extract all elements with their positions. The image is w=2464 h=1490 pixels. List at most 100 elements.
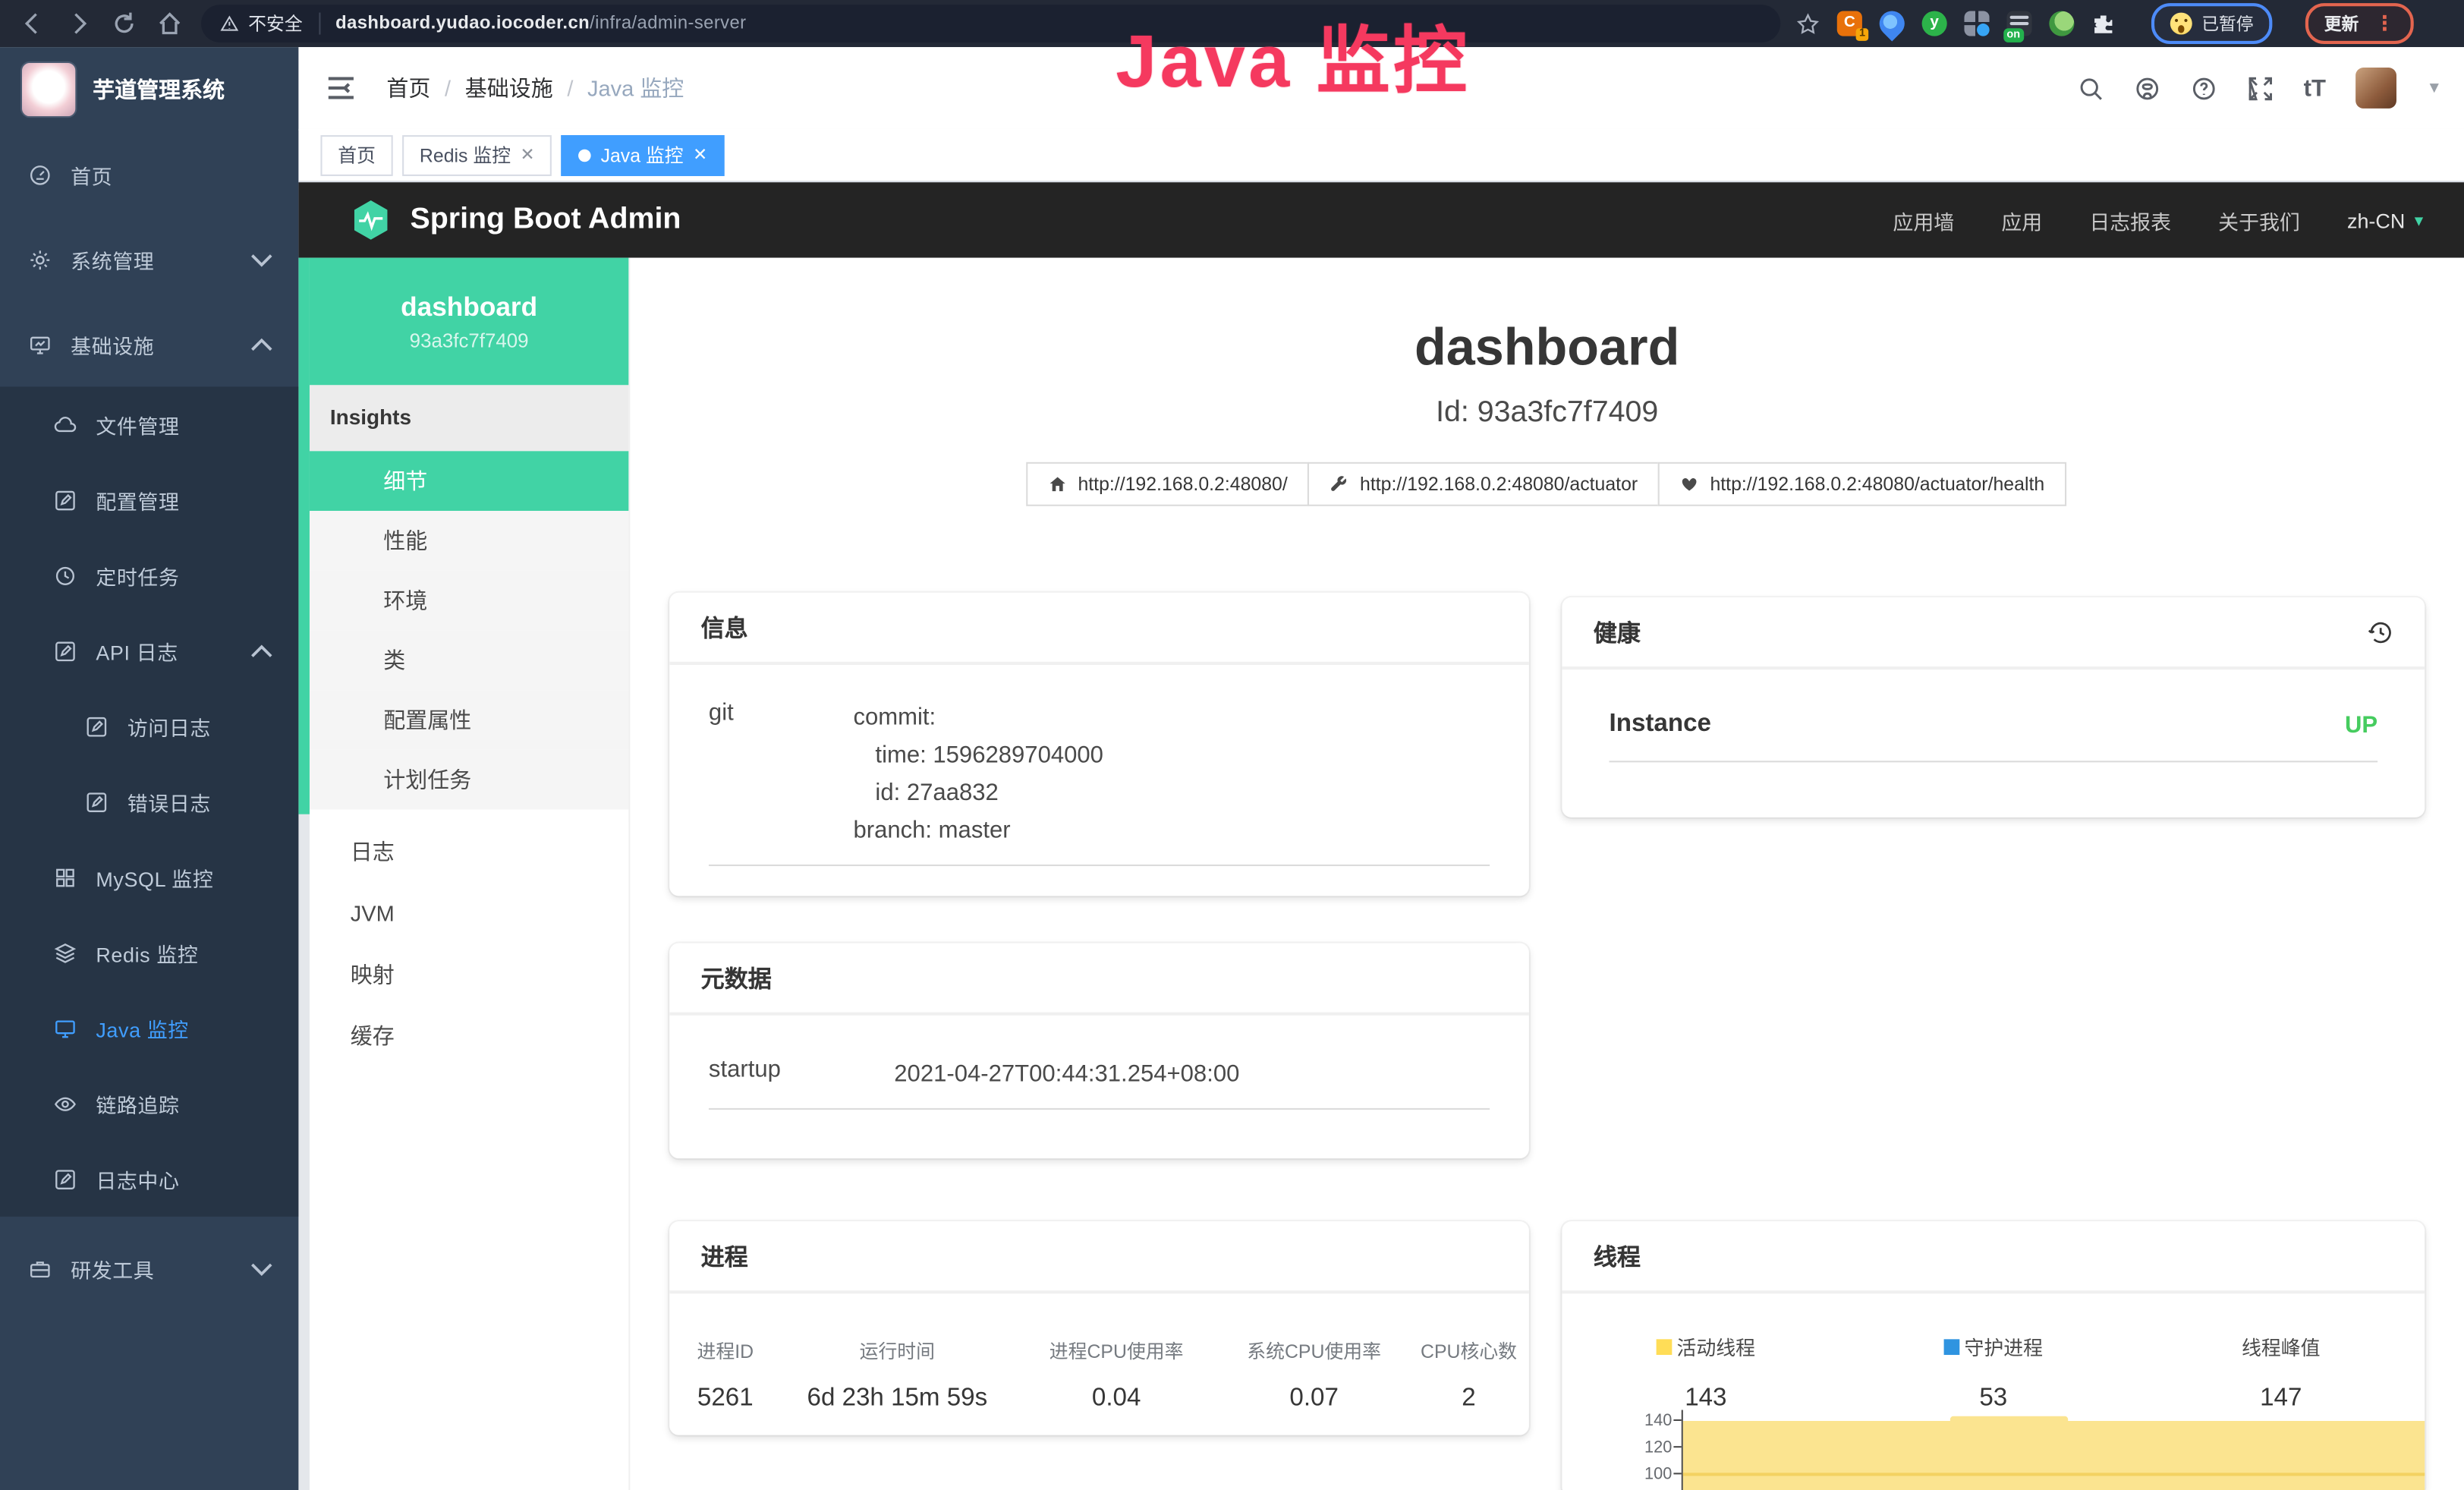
avatar-caret-icon[interactable]: ▼ (2427, 80, 2443, 97)
sidebar-item-java-monitor[interactable]: Java 监控 (0, 991, 298, 1066)
sidebar-item-tracing[interactable]: 链路追踪 (0, 1066, 298, 1141)
sba-item-classes[interactable]: 类 (310, 630, 628, 690)
sba-item-config-props[interactable]: 配置属性 (310, 690, 628, 750)
extensions-puzzle-icon[interactable] (2091, 12, 2115, 36)
extension-grid-icon[interactable] (1965, 11, 1990, 36)
update-button[interactable]: 更新 ⋮ (2305, 3, 2414, 44)
extension-switch-icon[interactable]: on (2006, 11, 2031, 36)
row-divider (709, 1108, 1490, 1110)
sba-item-logs[interactable]: 日志 (310, 822, 628, 884)
sba-item-details[interactable]: 细节 (310, 451, 628, 511)
sidebar-item-scheduled-tasks[interactable]: 定时任务 (0, 537, 298, 613)
breadcrumb-separator: / (445, 75, 451, 100)
actuator-url-button[interactable]: http://192.168.0.2:48080/actuator (1308, 462, 1660, 506)
language-caret-icon: ▾ (2415, 209, 2423, 230)
service-url-button[interactable]: http://192.168.0.2:48080/ (1026, 462, 1310, 506)
extension-pin-icon[interactable] (1874, 6, 1910, 42)
sidebar-item-infra[interactable]: 基础设施 (0, 302, 298, 387)
main-area: 首页 / 基础设施 / Java 监控 tT ▼ 首页 Redis 监控 (298, 47, 2464, 1490)
sba-language-select[interactable]: zh-CN▾ (2347, 208, 2423, 232)
legend-peak-threads: 线程峰值 147 (2137, 1331, 2425, 1413)
sidebar-item-access-logs[interactable]: 访问日志 (0, 688, 298, 764)
paused-label: 已暂停 (2201, 11, 2253, 36)
sba-nav-journal[interactable]: 日志报表 (2089, 205, 2171, 235)
search-icon[interactable] (2077, 74, 2104, 101)
back-icon[interactable] (20, 11, 46, 36)
page-tabs: 首页 Redis 监控 ✕ Java 监控 ✕ (298, 129, 2464, 182)
home-icon[interactable] (157, 11, 182, 36)
sba-item-scheduled-tasks[interactable]: 计划任务 (310, 750, 628, 810)
sidebar-item-system[interactable]: 系统管理 (0, 217, 298, 302)
info-key: git (709, 700, 854, 851)
sidebar-item-config-management[interactable]: 配置管理 (0, 462, 298, 537)
sba-nav-applications[interactable]: 应用 (2001, 205, 2042, 235)
sidebar-item-api-logs[interactable]: API 日志 (0, 613, 298, 688)
sba-item-environment[interactable]: 环境 (310, 571, 628, 631)
sba-nav-about[interactable]: 关于我们 (2218, 205, 2300, 235)
health-url-button[interactable]: http://192.168.0.2:48080/actuator/health (1658, 462, 2066, 506)
browser-menu-dots-icon[interactable]: ⋮ (2374, 16, 2395, 32)
reload-icon[interactable] (112, 11, 137, 36)
health-row-label[interactable]: Instance (1609, 710, 1710, 739)
github-icon[interactable] (2134, 74, 2160, 101)
threads-card-title: 线程 (1562, 1221, 2425, 1293)
extension-badge: 1 (1856, 28, 1868, 41)
sidebar-toggle-icon[interactable] (327, 75, 355, 100)
grid-blue-dot (1977, 24, 1990, 36)
sidebar-item-redis-monitor[interactable]: Redis 监控 (0, 915, 298, 990)
sidebar-item-log-center[interactable]: 日志中心 (0, 1141, 298, 1216)
sidebar-item-dev-tools[interactable]: 研发工具 (0, 1226, 298, 1311)
tab-close-icon[interactable]: ✕ (520, 136, 534, 174)
omnibox-divider (318, 13, 319, 35)
sba-nav-links: 应用墙 应用 日志报表 关于我们 zh-CN▾ (1893, 205, 2423, 235)
page-url: dashboard.yudao.iocoder.cn/infra/admin-s… (335, 14, 746, 33)
on-badge: on (2003, 28, 2023, 43)
sba-nav-wallboard[interactable]: 应用墙 (1893, 205, 1954, 235)
y-tick-100: 100 (1562, 1465, 1672, 1484)
extension-leaf-icon[interactable] (2049, 11, 2074, 36)
sba-body: dashboard 93a3fc7f7409 Insights 细节 性能 环境… (298, 258, 2464, 1490)
font-size-icon[interactable]: tT (2304, 74, 2326, 101)
sba-scrollbar-track[interactable] (298, 258, 309, 1490)
tab-redis-monitor[interactable]: Redis 监控 ✕ (402, 134, 552, 175)
sidebar-item-file-management[interactable]: 文件管理 (0, 386, 298, 461)
forward-icon[interactable] (66, 11, 91, 36)
breadcrumb-infra[interactable]: 基础设施 (465, 72, 553, 103)
sba-item-jvm[interactable]: JVM (310, 884, 628, 945)
metadata-card-body: startup 2021-04-27T00:44:31.254+08:00 (669, 1016, 1529, 1110)
legend-live-threads: 活动线程 143 (1562, 1331, 1849, 1413)
tab-java-monitor[interactable]: Java 监控 ✕ (562, 134, 725, 175)
sba-item-mappings[interactable]: 映射 (310, 945, 628, 1006)
y-tick-140: 140 (1562, 1412, 1672, 1431)
heartbeat-icon (1680, 474, 1699, 493)
sba-item-metrics[interactable]: 性能 (310, 511, 628, 571)
app-logo-row[interactable]: 芋道管理系统 (0, 47, 298, 132)
extension-icon-orange[interactable]: C1 (1837, 11, 1862, 36)
cloud-upload-icon (53, 413, 77, 436)
user-avatar[interactable] (2355, 68, 2396, 109)
fullscreen-icon[interactable] (2247, 74, 2274, 101)
sba-item-caches[interactable]: 缓存 (310, 1006, 628, 1067)
sidebar-item-mysql-monitor[interactable]: MySQL 监控 (0, 840, 298, 915)
paused-pill[interactable]: 已暂停 (2151, 3, 2272, 44)
sidebar-item-home[interactable]: 首页 (0, 132, 298, 217)
sba-brand-title[interactable]: Spring Boot Admin (410, 203, 681, 238)
address-bar[interactable]: 不安全 dashboard.yudao.iocoder.cn/infra/adm… (201, 5, 1780, 43)
help-icon[interactable] (2191, 74, 2217, 101)
screenshot-root: 不安全 dashboard.yudao.iocoder.cn/infra/adm… (0, 0, 2464, 1490)
tab-close-icon[interactable]: ✕ (693, 136, 707, 174)
breadcrumb-home[interactable]: 首页 (386, 72, 430, 103)
sidebar-item-error-logs[interactable]: 错误日志 (0, 764, 298, 839)
spring-boot-admin-logo[interactable] (349, 198, 393, 242)
sba-instance-header[interactable]: dashboard 93a3fc7f7409 (310, 258, 628, 386)
bookmark-star-icon[interactable] (1796, 12, 1820, 36)
sba-scrollbar-thumb[interactable] (298, 258, 309, 814)
stat-uptime: 运行时间 6d 23h 15m 59s (781, 1337, 1013, 1413)
edit-icon (53, 488, 77, 512)
breadcrumb-current: Java 监控 (587, 72, 684, 103)
tab-home[interactable]: 首页 (320, 134, 392, 175)
chevron-down-icon (250, 247, 273, 271)
extension-icon-green[interactable]: y (1922, 11, 1947, 36)
annotation-java-monitor: Java 监控 (1116, 0, 1470, 109)
history-icon[interactable] (2367, 619, 2393, 645)
